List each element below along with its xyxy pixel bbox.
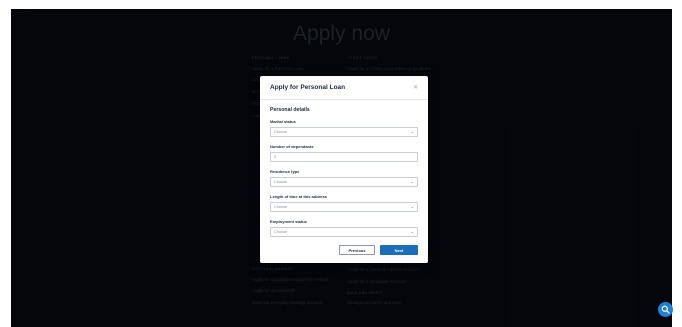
employment-status-select[interactable]: Choose ⌄: [270, 227, 418, 237]
residence-type-label: Residence type: [270, 169, 300, 174]
chevron-down-icon: ⌄: [410, 229, 414, 234]
select-value: Choose: [274, 205, 288, 209]
dialog-body: Personal details Marital status Choose ⌄…: [260, 100, 428, 237]
employment-status-label: Employment status: [270, 219, 307, 224]
search-icon: [661, 305, 670, 314]
next-button[interactable]: Next: [380, 245, 418, 255]
chevron-down-icon: ⌄: [410, 129, 414, 134]
chat-button[interactable]: [658, 302, 673, 317]
select-value: Choose: [274, 230, 288, 234]
previous-button[interactable]: Previous: [339, 245, 375, 255]
input-value: 0: [274, 155, 277, 159]
marital-status-select[interactable]: Choose ⌄: [270, 127, 418, 137]
address-length-label: Length of time at this address: [270, 194, 327, 199]
close-icon[interactable]: ✕: [413, 85, 418, 91]
address-length-select[interactable]: Choose ⌄: [270, 202, 418, 212]
personal-loan-dialog: Apply for Personal Loan ✕ Personal detai…: [260, 76, 428, 263]
marital-status-label: Marital status: [270, 119, 296, 124]
chevron-down-icon: ⌄: [410, 204, 414, 209]
section-title: Personal details: [270, 107, 310, 113]
dialog-actions: Previous Next: [339, 245, 418, 255]
dialog-header: Apply for Personal Loan ✕: [260, 76, 428, 100]
chevron-down-icon: ⌄: [410, 179, 414, 184]
dependants-label: Number of dependants: [270, 144, 314, 149]
dialog-title: Apply for Personal Loan: [270, 84, 346, 91]
residence-type-select[interactable]: Choose ⌄: [270, 177, 418, 187]
dependants-input[interactable]: 0: [270, 152, 418, 162]
page-background: ····· Apply now PERSONAL LOANS Apply for…: [11, 9, 672, 327]
select-value: Choose: [274, 180, 288, 184]
select-value: Choose: [274, 130, 288, 134]
